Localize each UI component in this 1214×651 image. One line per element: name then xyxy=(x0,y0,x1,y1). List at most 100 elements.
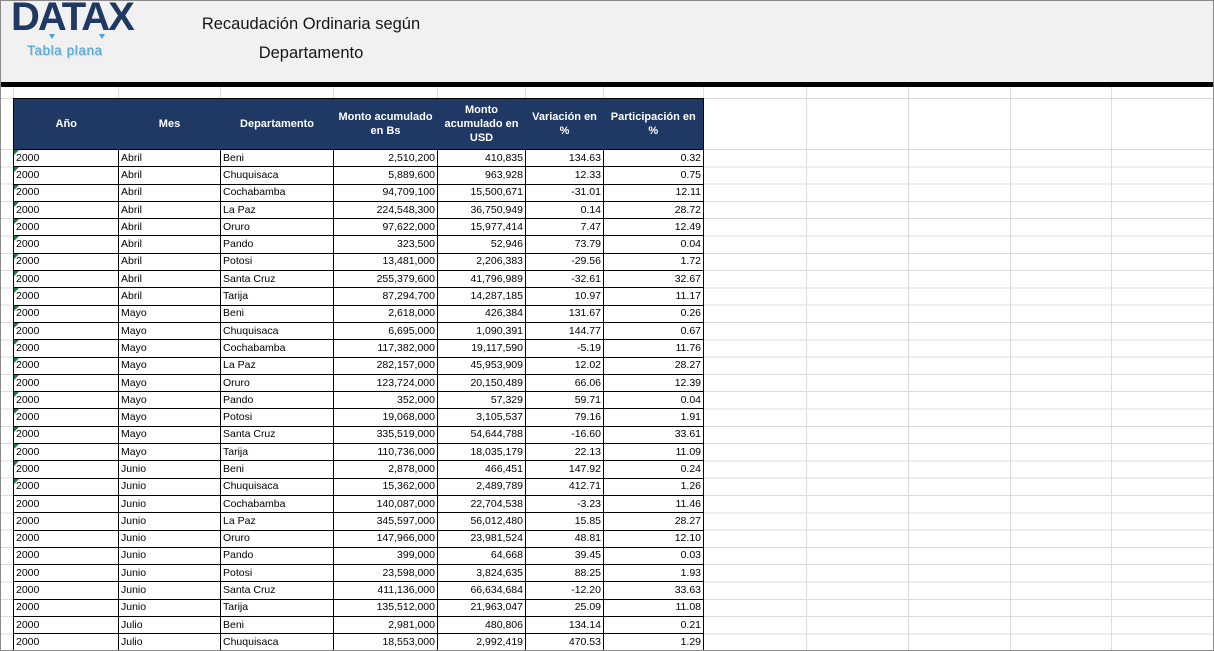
cell-monto_usd[interactable]: 19,117,590 xyxy=(438,340,526,357)
cell-mes[interactable]: Mayo xyxy=(119,357,221,374)
cell-mes[interactable]: Junio xyxy=(119,495,221,512)
cell-ano[interactable]: 2000 xyxy=(14,392,119,409)
cell-monto_bs[interactable]: 135,512,000 xyxy=(334,599,438,616)
cell-departamento[interactable]: La Paz xyxy=(221,201,334,218)
cell-participacion[interactable]: 0.04 xyxy=(604,392,704,409)
cell-variacion[interactable]: -29.56 xyxy=(526,253,604,270)
cell-participacion[interactable]: 11.08 xyxy=(604,599,704,616)
cell-ano[interactable]: 2000 xyxy=(14,322,119,339)
cell-ano[interactable]: 2000 xyxy=(14,495,119,512)
cell-monto_usd[interactable]: 15,977,414 xyxy=(438,219,526,236)
cell-departamento[interactable]: Pando xyxy=(221,236,334,253)
cell-departamento[interactable]: Tarija xyxy=(221,599,334,616)
cell-mes[interactable]: Mayo xyxy=(119,305,221,322)
cell-mes[interactable]: Junio xyxy=(119,530,221,547)
cell-ano[interactable]: 2000 xyxy=(14,513,119,530)
cell-departamento[interactable]: La Paz xyxy=(221,513,334,530)
cell-variacion[interactable]: 22.13 xyxy=(526,444,604,461)
cell-participacion[interactable]: 11.46 xyxy=(604,495,704,512)
cell-ano[interactable]: 2000 xyxy=(14,288,119,305)
cell-mes[interactable]: Abril xyxy=(119,167,221,184)
cell-monto_bs[interactable]: 87,294,700 xyxy=(334,288,438,305)
cell-monto_bs[interactable]: 6,695,000 xyxy=(334,322,438,339)
cell-variacion[interactable]: -16.60 xyxy=(526,426,604,443)
cell-mes[interactable]: Mayo xyxy=(119,322,221,339)
cell-departamento[interactable]: Pando xyxy=(221,547,334,564)
cell-departamento[interactable]: Cochabamba xyxy=(221,495,334,512)
column-header-monto_usd[interactable]: Monto acumulado en USD xyxy=(438,99,526,150)
cell-mes[interactable]: Abril xyxy=(119,288,221,305)
cell-departamento[interactable]: Cochabamba xyxy=(221,184,334,201)
cell-monto_bs[interactable]: 117,382,000 xyxy=(334,340,438,357)
cell-participacion[interactable]: 0.21 xyxy=(604,617,704,634)
cell-monto_usd[interactable]: 466,451 xyxy=(438,461,526,478)
cell-participacion[interactable]: 12.11 xyxy=(604,184,704,201)
cell-participacion[interactable]: 32.67 xyxy=(604,271,704,288)
cell-ano[interactable]: 2000 xyxy=(14,547,119,564)
cell-monto_bs[interactable]: 2,878,000 xyxy=(334,461,438,478)
cell-ano[interactable]: 2000 xyxy=(14,617,119,634)
cell-variacion[interactable]: 66.06 xyxy=(526,374,604,391)
cell-ano[interactable]: 2000 xyxy=(14,582,119,599)
cell-departamento[interactable]: Potosi xyxy=(221,253,334,270)
cell-participacion[interactable]: 0.03 xyxy=(604,547,704,564)
cell-participacion[interactable]: 1.72 xyxy=(604,253,704,270)
cell-variacion[interactable]: 73.79 xyxy=(526,236,604,253)
cell-participacion[interactable]: 11.09 xyxy=(604,444,704,461)
cell-variacion[interactable]: 12.02 xyxy=(526,357,604,374)
cell-ano[interactable]: 2000 xyxy=(14,167,119,184)
cell-variacion[interactable]: 134.63 xyxy=(526,150,604,167)
cell-monto_bs[interactable]: 5,889,600 xyxy=(334,167,438,184)
cell-monto_usd[interactable]: 1,090,391 xyxy=(438,322,526,339)
cell-variacion[interactable]: -31.01 xyxy=(526,184,604,201)
column-header-monto_bs[interactable]: Monto acumulado en Bs xyxy=(334,99,438,150)
cell-monto_bs[interactable]: 255,379,600 xyxy=(334,271,438,288)
cell-ano[interactable]: 2000 xyxy=(14,530,119,547)
cell-ano[interactable]: 2000 xyxy=(14,374,119,391)
cell-participacion[interactable]: 28.27 xyxy=(604,513,704,530)
cell-mes[interactable]: Mayo xyxy=(119,426,221,443)
cell-ano[interactable]: 2000 xyxy=(14,357,119,374)
cell-monto_usd[interactable]: 15,500,671 xyxy=(438,184,526,201)
cell-ano[interactable]: 2000 xyxy=(14,236,119,253)
cell-ano[interactable]: 2000 xyxy=(14,426,119,443)
cell-monto_bs[interactable]: 94,709,100 xyxy=(334,184,438,201)
cell-monto_usd[interactable]: 45,953,909 xyxy=(438,357,526,374)
cell-monto_bs[interactable]: 18,553,000 xyxy=(334,634,438,651)
cell-mes[interactable]: Junio xyxy=(119,547,221,564)
cell-participacion[interactable]: 0.67 xyxy=(604,322,704,339)
cell-mes[interactable]: Mayo xyxy=(119,340,221,357)
cell-monto_usd[interactable]: 18,035,179 xyxy=(438,444,526,461)
cell-monto_usd[interactable]: 52,946 xyxy=(438,236,526,253)
cell-departamento[interactable]: Tarija xyxy=(221,444,334,461)
cell-mes[interactable]: Mayo xyxy=(119,374,221,391)
cell-variacion[interactable]: -5.19 xyxy=(526,340,604,357)
cell-mes[interactable]: Junio xyxy=(119,478,221,495)
cell-mes[interactable]: Junio xyxy=(119,461,221,478)
cell-mes[interactable]: Abril xyxy=(119,219,221,236)
column-header-departamento[interactable]: Departamento xyxy=(221,99,334,150)
cell-departamento[interactable]: Santa Cruz xyxy=(221,582,334,599)
cell-departamento[interactable]: Potosi xyxy=(221,409,334,426)
cell-departamento[interactable]: Santa Cruz xyxy=(221,271,334,288)
cell-monto_bs[interactable]: 123,724,000 xyxy=(334,374,438,391)
cell-departamento[interactable]: La Paz xyxy=(221,357,334,374)
cell-monto_bs[interactable]: 345,597,000 xyxy=(334,513,438,530)
cell-ano[interactable]: 2000 xyxy=(14,305,119,322)
cell-departamento[interactable]: Oruro xyxy=(221,219,334,236)
cell-variacion[interactable]: 12.33 xyxy=(526,167,604,184)
cell-monto_usd[interactable]: 963,928 xyxy=(438,167,526,184)
cell-variacion[interactable]: 134.14 xyxy=(526,617,604,634)
cell-monto_usd[interactable]: 3,824,635 xyxy=(438,565,526,582)
cell-monto_bs[interactable]: 352,000 xyxy=(334,392,438,409)
cell-ano[interactable]: 2000 xyxy=(14,409,119,426)
cell-participacion[interactable]: 0.04 xyxy=(604,236,704,253)
cell-monto_bs[interactable]: 335,519,000 xyxy=(334,426,438,443)
cell-participacion[interactable]: 1.29 xyxy=(604,634,704,651)
cell-ano[interactable]: 2000 xyxy=(14,184,119,201)
cell-monto_usd[interactable]: 20,150,489 xyxy=(438,374,526,391)
cell-monto_usd[interactable]: 426,384 xyxy=(438,305,526,322)
cell-mes[interactable]: Abril xyxy=(119,253,221,270)
cell-variacion[interactable]: 10.97 xyxy=(526,288,604,305)
cell-ano[interactable]: 2000 xyxy=(14,271,119,288)
